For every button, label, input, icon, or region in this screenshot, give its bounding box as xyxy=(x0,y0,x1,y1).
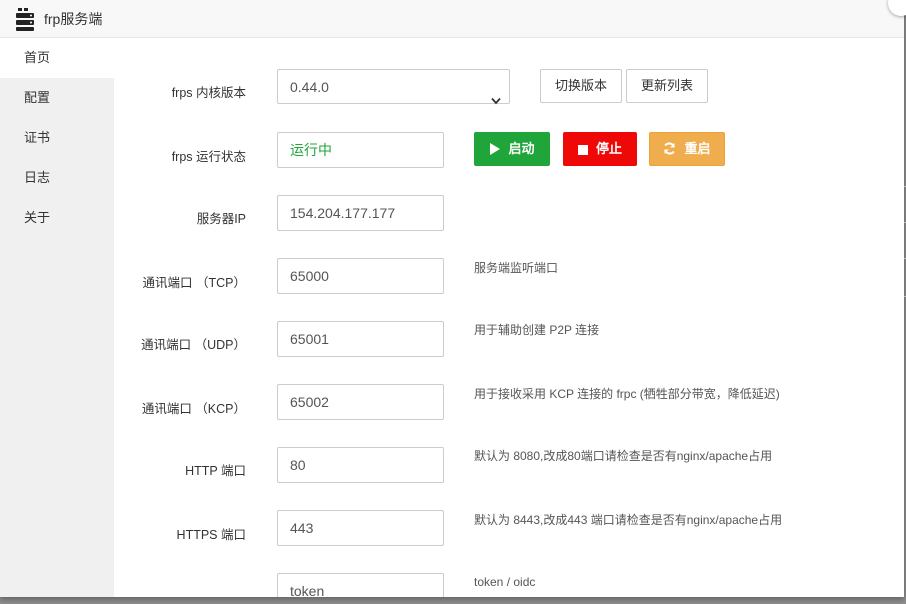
auth-method-input[interactable]: token xyxy=(277,573,444,597)
play-icon xyxy=(490,143,501,155)
auth-method-help: token / oidc xyxy=(474,575,536,589)
stop-icon xyxy=(577,145,588,155)
dialog-header: frp服务端 xyxy=(0,0,904,38)
kcp-port-label: 通讯端口 （KCP） xyxy=(141,402,246,416)
sidebar-item-about[interactable]: 关于 xyxy=(0,198,114,238)
tcp-port-input[interactable]: 65000 xyxy=(277,258,444,294)
kcp-port-help: 用于接收采用 KCP 连接的 frpc (牺牲部分带宽，降低延迟) xyxy=(474,387,780,401)
status-value: 运行中 xyxy=(290,142,332,158)
version-selected-value: 0.44.0 xyxy=(290,79,329,95)
start-button[interactable]: 启动 xyxy=(474,132,550,166)
kcp-port-input[interactable]: 65002 xyxy=(277,384,444,420)
stop-button[interactable]: 停止 xyxy=(563,132,637,166)
version-select[interactable]: 0.44.0 xyxy=(277,69,510,105)
tcp-port-help: 服务端监听端口 xyxy=(474,261,559,275)
update-list-button[interactable]: 更新列表 xyxy=(626,69,708,103)
sidebar-item-config[interactable]: 配置 xyxy=(0,78,114,118)
sidebar-item-log[interactable]: 日志 xyxy=(0,158,114,198)
status-label: frps 运行状态 xyxy=(171,150,246,164)
server-ip-label: 服务器IP xyxy=(196,212,246,226)
sidebar-item-certificate[interactable]: 证书 xyxy=(0,118,114,158)
https-port-input[interactable]: 443 xyxy=(277,510,444,546)
https-port-label: HTTPS 端口 xyxy=(176,528,246,542)
dialog-title: frp服务端 xyxy=(44,11,103,27)
server-ip-input[interactable]: 154.204.177.177 xyxy=(277,195,444,231)
restart-button[interactable]: 重启 xyxy=(649,132,725,166)
switch-version-button[interactable]: 切换版本 xyxy=(540,69,622,103)
frp-server-dialog: frp服务端 首页 配置 证书 日志 关于 frps 内核版本 0.44.0 切… xyxy=(0,0,904,597)
start-button-label: 启动 xyxy=(508,141,535,156)
sidebar-item-home[interactable]: 首页 xyxy=(0,38,114,78)
restart-button-label: 重启 xyxy=(684,141,711,156)
server-icon xyxy=(14,4,38,32)
https-port-help: 默认为 8443,改成443 端口请检查是否有nginx/apache占用 xyxy=(474,513,783,527)
udp-port-help: 用于辅助创建 P2P 连接 xyxy=(474,323,600,337)
udp-port-label: 通讯端口 （UDP） xyxy=(141,338,246,352)
udp-port-input[interactable]: 65001 xyxy=(277,321,444,357)
tcp-port-label: 通讯端口 （TCP） xyxy=(142,276,246,290)
status-field: 运行中 xyxy=(277,132,444,168)
http-port-input[interactable]: 80 xyxy=(277,447,444,483)
refresh-icon xyxy=(664,142,676,155)
sidebar: 首页 配置 证书 日志 关于 xyxy=(0,38,114,597)
main-content: frps 内核版本 0.44.0 切换版本 更新列表 frps 运行状态 运行中… xyxy=(114,38,904,597)
http-port-label: HTTP 端口 xyxy=(185,464,246,478)
http-port-help: 默认为 8080,改成80端口请检查是否有nginx/apache占用 xyxy=(474,449,773,463)
version-label: frps 内核版本 xyxy=(171,86,246,100)
stop-button-label: 停止 xyxy=(595,141,622,156)
chevron-down-icon xyxy=(491,83,501,105)
